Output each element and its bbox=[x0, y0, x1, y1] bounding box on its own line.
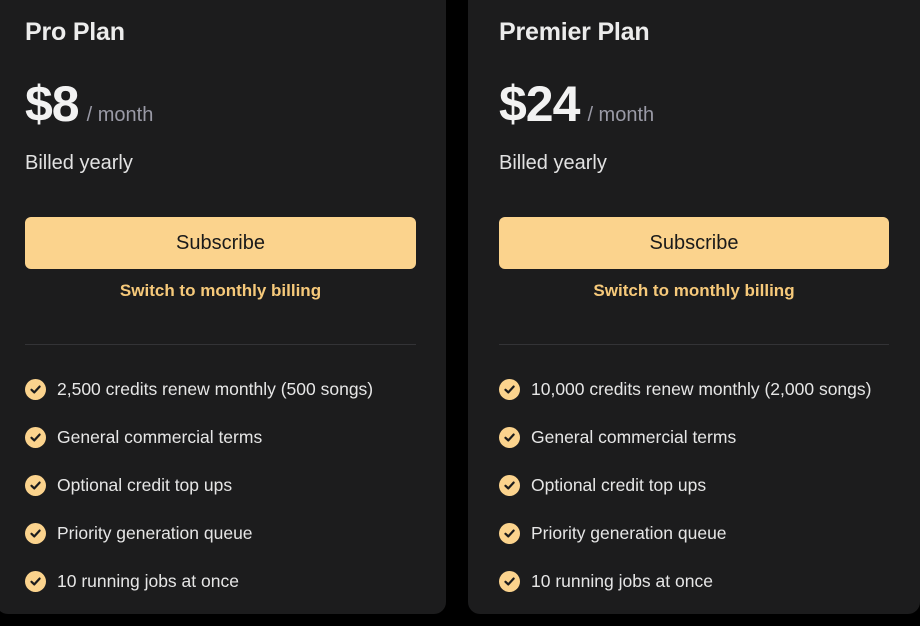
feature-item: Optional credit top ups bbox=[499, 461, 871, 509]
feature-item: General commercial terms bbox=[499, 413, 871, 461]
plan-card-pro: Pro Plan $8 / month Billed yearly Subscr… bbox=[0, 0, 446, 614]
feature-text: 10 running jobs at once bbox=[531, 570, 713, 591]
plan-card-premier: Premier Plan $24 / month Billed yearly S… bbox=[468, 0, 920, 614]
plan-price: $24 bbox=[499, 76, 580, 132]
billing-note: Billed yearly bbox=[499, 152, 607, 174]
check-circle-icon bbox=[25, 522, 46, 544]
subscribe-button[interactable]: Subscribe bbox=[499, 217, 889, 269]
feature-list: 10,000 credits renew monthly (2,000 song… bbox=[499, 365, 871, 605]
feature-text: 10,000 credits renew monthly (2,000 song… bbox=[531, 378, 872, 399]
check-circle-icon bbox=[25, 474, 46, 496]
feature-text: General commercial terms bbox=[531, 426, 737, 447]
feature-item: Priority generation queue bbox=[499, 509, 871, 557]
billing-note: Billed yearly bbox=[25, 152, 133, 174]
check-circle-icon bbox=[499, 474, 520, 496]
feature-item: 10 running jobs at once bbox=[25, 557, 373, 605]
check-circle-icon bbox=[499, 570, 520, 592]
check-circle-icon bbox=[499, 426, 520, 448]
plan-name: Premier Plan bbox=[499, 18, 650, 46]
check-circle-icon bbox=[25, 378, 46, 400]
switch-billing-link[interactable]: Switch to monthly billing bbox=[25, 281, 416, 301]
divider bbox=[25, 344, 416, 345]
switch-billing-link[interactable]: Switch to monthly billing bbox=[499, 281, 889, 301]
divider bbox=[499, 344, 889, 345]
subscribe-button[interactable]: Subscribe bbox=[25, 217, 416, 269]
feature-text: Priority generation queue bbox=[531, 522, 727, 543]
price-row: $8 / month bbox=[25, 74, 153, 134]
feature-text: 2,500 credits renew monthly (500 songs) bbox=[57, 378, 374, 399]
feature-text: General commercial terms bbox=[57, 426, 263, 447]
feature-item: 10 running jobs at once bbox=[499, 557, 871, 605]
price-row: $24 / month bbox=[499, 74, 654, 134]
feature-item: 10,000 credits renew monthly (2,000 song… bbox=[499, 365, 871, 413]
price-period: / month bbox=[86, 104, 154, 126]
check-circle-icon bbox=[25, 570, 46, 592]
feature-item: Priority generation queue bbox=[25, 509, 373, 557]
plan-price: $8 bbox=[25, 76, 80, 132]
check-circle-icon bbox=[499, 378, 520, 400]
feature-text: Optional credit top ups bbox=[57, 474, 233, 495]
feature-text: Optional credit top ups bbox=[531, 474, 707, 495]
feature-list: 2,500 credits renew monthly (500 songs) … bbox=[25, 365, 373, 605]
feature-item: 2,500 credits renew monthly (500 songs) bbox=[25, 365, 373, 413]
feature-text: Priority generation queue bbox=[57, 522, 253, 543]
pricing-page: Pro Plan $8 / month Billed yearly Subscr… bbox=[0, 0, 920, 626]
plan-name: Pro Plan bbox=[25, 18, 125, 46]
feature-item: Optional credit top ups bbox=[25, 461, 373, 509]
price-period: / month bbox=[587, 104, 655, 126]
feature-item: General commercial terms bbox=[25, 413, 373, 461]
check-circle-icon bbox=[25, 426, 46, 448]
check-circle-icon bbox=[499, 522, 520, 544]
feature-text: 10 running jobs at once bbox=[57, 570, 239, 591]
